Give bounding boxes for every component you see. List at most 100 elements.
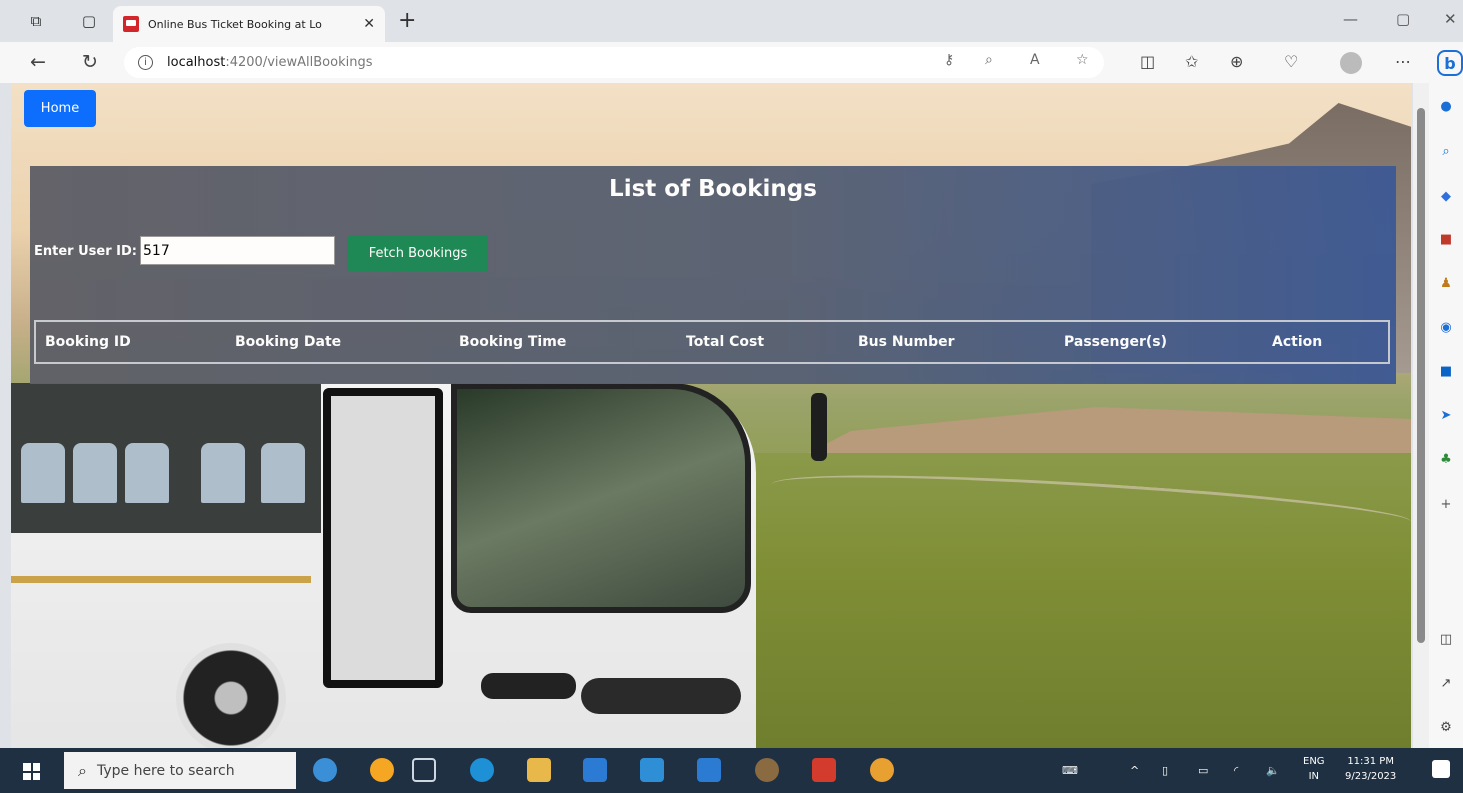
back-arrow-icon[interactable]: ← xyxy=(30,51,46,73)
minimize-icon[interactable]: — xyxy=(1343,10,1358,28)
bus-seat xyxy=(21,443,65,503)
site-favicon-icon xyxy=(123,16,139,32)
user-id-input[interactable] xyxy=(140,236,335,265)
close-tab-icon[interactable]: ✕ xyxy=(363,16,375,32)
settings-gear-icon[interactable]: ⚙ xyxy=(1438,719,1454,735)
bookings-table-header: Booking ID Booking Date Booking Time Tot… xyxy=(34,320,1390,364)
widgets-icon[interactable] xyxy=(370,758,394,782)
bus-seat xyxy=(261,443,305,503)
zoom-icon[interactable]: ⌕ xyxy=(985,52,993,68)
chrome-icon[interactable] xyxy=(870,758,894,782)
tools-icon[interactable]: ■ xyxy=(1438,231,1454,247)
info-icon[interactable]: i xyxy=(138,55,153,70)
column-header-booking-time: Booking Time xyxy=(459,334,567,350)
column-header-booking-date: Booking Date xyxy=(235,334,342,350)
column-header-action: Action xyxy=(1272,334,1323,350)
tab-actions-icon[interactable]: ▢ xyxy=(78,10,100,32)
add-plus-icon[interactable]: + xyxy=(1438,496,1454,512)
favorite-star-icon[interactable]: ☆ xyxy=(1076,52,1089,68)
favorites-icon[interactable]: ✩ xyxy=(1185,52,1198,71)
read-aloud-icon[interactable]: A xyxy=(1030,52,1040,68)
browser-essentials-icon[interactable]: ♡ xyxy=(1284,52,1298,71)
window-close-icon[interactable]: ✕ xyxy=(1444,10,1457,28)
edge-sidebar: ● ⌕ ◆ ■ ♟ ◉ ■ ➤ ♣ + ◫ ↗ ⚙ xyxy=(1429,83,1463,748)
wifi-icon[interactable]: ◜ xyxy=(1234,764,1238,777)
task-view-icon[interactable] xyxy=(412,758,436,782)
edge-browser-icon[interactable] xyxy=(470,758,494,782)
collections-icon[interactable]: ⊕ xyxy=(1230,52,1243,71)
sidebar-layout-icon[interactable]: ◫ xyxy=(1438,631,1454,647)
url-path: :4200/viewAllBookings xyxy=(225,55,373,70)
bus-grille xyxy=(581,678,741,714)
vscode-icon[interactable] xyxy=(697,758,721,782)
notification-center-icon[interactable] xyxy=(1432,760,1450,778)
tab-title: Online Bus Ticket Booking at Lo xyxy=(148,17,322,31)
volume-icon[interactable]: 🔈 xyxy=(1266,764,1280,777)
taskbar-search-placeholder: Type here to search xyxy=(96,762,235,779)
system-clock[interactable]: 11:31 PM 9/23/2023 xyxy=(1345,754,1396,784)
bus-seat xyxy=(201,443,245,503)
workspaces-icon[interactable]: ⧉ xyxy=(25,10,47,32)
page-title: List of Bookings xyxy=(609,176,817,202)
taskbar-search[interactable]: ⌕ Type here to search xyxy=(64,752,296,789)
usb-icon[interactable]: ▯ xyxy=(1162,764,1168,777)
bus-seat xyxy=(73,443,117,503)
language-code: ENG xyxy=(1303,756,1325,767)
column-header-total-cost: Total Cost xyxy=(686,334,765,350)
bus-wheel xyxy=(176,643,286,748)
restore-icon[interactable]: ▢ xyxy=(1396,10,1410,28)
fetch-bookings-button[interactable]: Fetch Bookings xyxy=(348,235,488,272)
bus-mirror xyxy=(811,393,827,461)
address-bar-row: ← ↻ i localhost :4200/viewAllBookings ⚷ … xyxy=(0,42,1463,83)
column-header-passengers: Passenger(s) xyxy=(1064,334,1168,350)
send-icon[interactable]: ➤ xyxy=(1438,407,1454,423)
windows-start-icon[interactable] xyxy=(23,763,40,780)
clock-date: 9/23/2023 xyxy=(1345,771,1397,782)
browser-tab-strip: ⧉ ▢ Online Bus Ticket Booking at Lo ✕ + … xyxy=(0,0,1463,42)
url-host: localhost xyxy=(167,55,226,70)
key-icon[interactable]: ⚷ xyxy=(944,52,954,68)
url-field[interactable]: i localhost :4200/viewAllBookings xyxy=(124,47,1104,78)
search-icon: ⌕ xyxy=(78,760,87,780)
split-screen-icon[interactable]: ◫ xyxy=(1140,52,1155,71)
bus-door xyxy=(323,388,443,688)
bus-windshield xyxy=(451,383,751,613)
column-header-booking-id: Booking ID xyxy=(45,334,131,350)
vertical-scrollbar[interactable] xyxy=(1413,83,1429,748)
refresh-icon[interactable]: ↻ xyxy=(82,51,98,73)
scrollbar-thumb[interactable] xyxy=(1417,108,1425,643)
tray-chevron-icon[interactable]: ^ xyxy=(1130,764,1139,777)
profile-avatar[interactable] xyxy=(1340,52,1362,74)
column-header-bus-number: Bus Number xyxy=(858,334,955,350)
settings-app-icon[interactable] xyxy=(755,758,779,782)
mail-icon[interactable] xyxy=(640,758,664,782)
weather-widget-icon[interactable] xyxy=(313,758,337,782)
language-region: IN xyxy=(1308,771,1319,782)
tree-icon[interactable]: ♣ xyxy=(1438,451,1454,467)
open-external-icon[interactable]: ↗ xyxy=(1438,675,1454,691)
new-tab-plus-icon[interactable]: + xyxy=(398,8,416,33)
outlook-icon[interactable]: ■ xyxy=(1438,363,1454,379)
battery-icon[interactable]: ▭ xyxy=(1198,764,1208,777)
search-icon[interactable]: ⌕ xyxy=(1438,143,1454,159)
more-menu-icon[interactable]: ⋯ xyxy=(1395,52,1411,71)
bus-seat xyxy=(125,443,169,503)
user-id-label: Enter User ID: xyxy=(34,244,137,259)
games-icon[interactable]: ♟ xyxy=(1438,275,1454,291)
clock-time: 11:31 PM xyxy=(1347,756,1394,767)
browser-tab-active[interactable]: Online Bus Ticket Booking at Lo ✕ xyxy=(113,6,385,42)
copilot-icon[interactable]: b xyxy=(1437,50,1463,76)
bookings-panel: List of Bookings Enter User ID: Fetch Bo… xyxy=(30,166,1396,384)
powerpoint-icon[interactable] xyxy=(812,758,836,782)
bus-stripe xyxy=(11,576,311,583)
windows-taskbar: ⌕ Type here to search ⌨ ^ ▯ ▭ ◜ 🔈 ENG IN… xyxy=(0,748,1463,793)
bus-headlight xyxy=(481,673,576,699)
store-icon[interactable] xyxy=(583,758,607,782)
notification-bell-icon[interactable]: ● xyxy=(1438,98,1454,114)
office-icon[interactable]: ◉ xyxy=(1438,319,1454,335)
home-button[interactable]: Home xyxy=(24,90,96,127)
language-indicator[interactable]: ENG IN xyxy=(1303,754,1325,784)
shopping-tag-icon[interactable]: ◆ xyxy=(1438,188,1454,204)
keyboard-icon[interactable]: ⌨ xyxy=(1062,764,1078,777)
file-explorer-icon[interactable] xyxy=(527,758,551,782)
